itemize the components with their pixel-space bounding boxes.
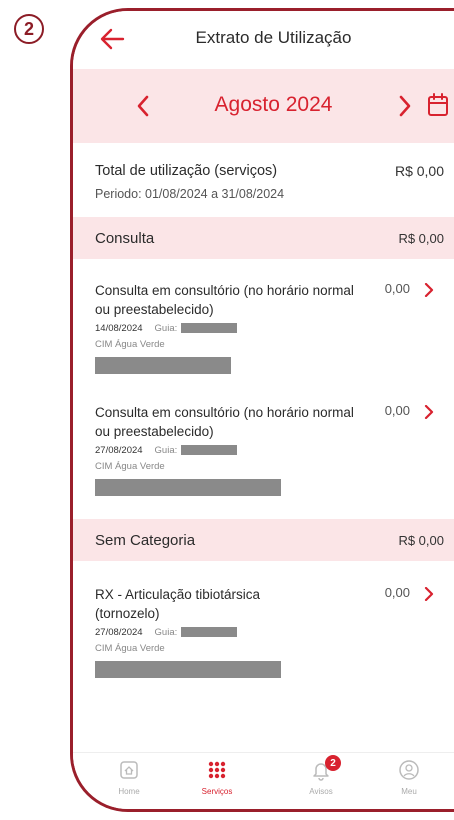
chevron-right-icon[interactable] bbox=[424, 405, 434, 419]
month-navigator: Agosto 2024 bbox=[73, 69, 454, 143]
item-title: Consulta em consultório (no horário norm… bbox=[95, 405, 354, 439]
nav-item-avisos[interactable]: 2 Avisos bbox=[291, 755, 351, 796]
redacted-field bbox=[95, 357, 231, 374]
section-header-consulta: Consulta R$ 0,00 bbox=[73, 217, 454, 259]
nav-label: Serviços bbox=[201, 787, 233, 796]
item-date: 14/08/2024 bbox=[95, 323, 143, 334]
item-meta: 27/08/2024 Guia: bbox=[95, 445, 238, 456]
item-clinic: CIM Água Verde bbox=[95, 339, 165, 350]
redacted-field bbox=[95, 479, 281, 496]
chevron-right-icon[interactable] bbox=[424, 587, 434, 601]
section-header-sem-categoria: Sem Categoria R$ 0,00 bbox=[73, 519, 454, 561]
notification-badge: 2 bbox=[325, 755, 341, 771]
list-item[interactable]: Consulta em consultório (no horário norm… bbox=[73, 403, 454, 513]
page-title: Extrato de Utilização bbox=[195, 28, 352, 47]
user-icon bbox=[399, 760, 419, 780]
phone-frame: Extrato de Utilização Agosto 2024 Total … bbox=[70, 8, 454, 812]
nav-label: Meu bbox=[401, 787, 417, 796]
nav-label: Home bbox=[118, 787, 140, 796]
item-clinic: CIM Água Verde bbox=[95, 643, 165, 654]
grid-icon bbox=[208, 761, 226, 779]
item-meta: 14/08/2024 Guia: bbox=[95, 323, 238, 334]
summary-period: Periodo: 01/08/2024 a 31/08/2024 bbox=[95, 187, 285, 201]
item-clinic: CIM Água Verde bbox=[95, 461, 165, 472]
item-date: 27/08/2024 bbox=[95, 627, 143, 638]
guia-label: Guia: bbox=[154, 445, 178, 456]
item-value: 0,00 bbox=[384, 585, 410, 600]
item-date: 27/08/2024 bbox=[95, 445, 143, 456]
home-icon bbox=[120, 761, 138, 779]
item-value: 0,00 bbox=[384, 281, 410, 296]
top-bar: Extrato de Utilização bbox=[73, 11, 454, 69]
list-item[interactable]: RX - Articulação tibiotársica (tornozelo… bbox=[73, 585, 454, 695]
section-amount: R$ 0,00 bbox=[398, 533, 444, 548]
step-number-badge: 2 bbox=[14, 14, 44, 44]
item-value: 0,00 bbox=[384, 403, 410, 418]
redacted-guia bbox=[181, 445, 238, 456]
guia-label: Guia: bbox=[154, 627, 178, 638]
phone-frame-edge bbox=[444, 8, 454, 812]
list-item[interactable]: Consulta em consultório (no horário norm… bbox=[73, 281, 454, 391]
redacted-guia bbox=[181, 323, 238, 334]
summary-title: Total de utilização (serviços) bbox=[95, 163, 278, 179]
chevron-right-icon[interactable] bbox=[397, 95, 413, 117]
section-title: Sem Categoria bbox=[95, 532, 196, 549]
nav-item-home[interactable]: Home bbox=[99, 759, 159, 796]
item-title: RX - Articulação tibiotársica (tornozelo… bbox=[95, 587, 261, 621]
redacted-field bbox=[95, 661, 281, 678]
nav-item-servicos[interactable]: Serviços bbox=[187, 759, 247, 796]
nav-item-profile[interactable]: Meu bbox=[379, 759, 439, 796]
usage-summary: Total de utilização (serviços) R$ 0,00 P… bbox=[73, 143, 454, 217]
chevron-right-icon[interactable] bbox=[424, 283, 434, 297]
bottom-nav: Home Serviços 2 Avisos Meu bbox=[73, 752, 454, 809]
item-meta: 27/08/2024 Guia: bbox=[95, 627, 238, 638]
section-title: Consulta bbox=[95, 230, 155, 247]
item-title: Consulta em consultório (no horário norm… bbox=[95, 283, 354, 317]
redacted-guia bbox=[181, 627, 238, 638]
summary-amount: R$ 0,00 bbox=[394, 163, 444, 179]
section-amount: R$ 0,00 bbox=[398, 231, 444, 246]
guia-label: Guia: bbox=[154, 323, 178, 334]
nav-label: Avisos bbox=[309, 787, 333, 796]
